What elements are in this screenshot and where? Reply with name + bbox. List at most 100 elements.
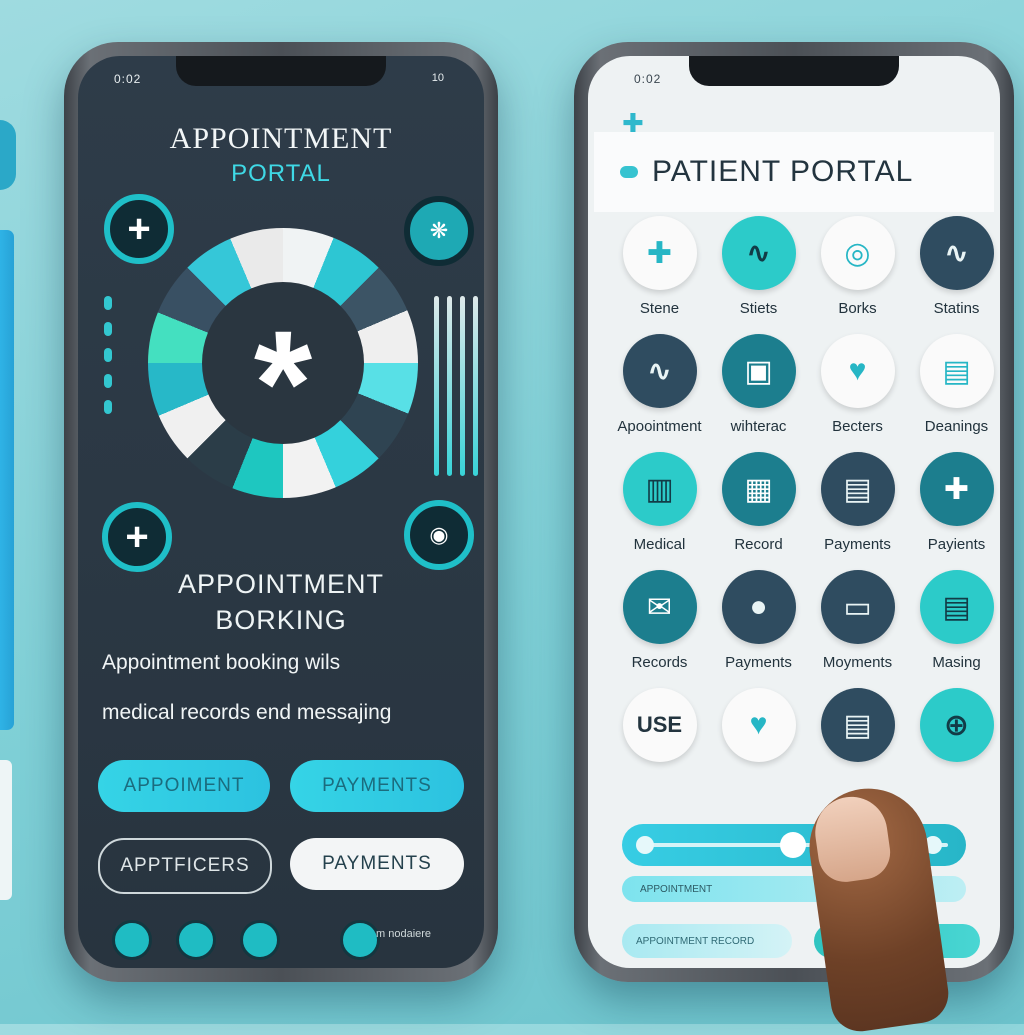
heartbeat-icon: ∿	[622, 334, 697, 408]
tile-label: Becters	[832, 418, 883, 435]
document-icon: ▤	[919, 570, 994, 644]
tile-payments[interactable]: ▤ Payments	[808, 452, 907, 556]
add-appointment-button[interactable]: +	[102, 502, 172, 572]
tile-stene[interactable]: ✚ Stene	[610, 216, 709, 320]
tile-payments[interactable]: ● Payments	[709, 570, 808, 674]
nav-profile-icon[interactable]	[340, 920, 380, 960]
indicator-dot	[104, 374, 112, 388]
booking-description-line1: Appointment booking wils	[102, 651, 341, 674]
appointment-record-button[interactable]: APPOINTMENT RECORD	[622, 924, 792, 958]
tile-label: Apoointment	[617, 418, 702, 435]
tile-label: Payments	[725, 654, 792, 671]
nav-records-icon[interactable]	[240, 920, 280, 960]
tile-becters[interactable]: ♥ Becters	[808, 334, 907, 438]
page-title: APPOINTMENT	[169, 122, 393, 155]
indicator-dot	[104, 296, 112, 310]
tile-label: Stene	[639, 300, 680, 317]
payments-secondary-button[interactable]: PAYMENTS	[290, 838, 464, 890]
tile-label: Medical	[633, 536, 686, 553]
indicator-dot	[104, 322, 112, 336]
side-indicators	[104, 296, 112, 414]
folder-icon: ▦	[721, 452, 796, 526]
plus-icon: +	[127, 206, 151, 251]
tile-label: Records	[631, 654, 688, 671]
page-title: PATIENT PORTAL	[652, 155, 914, 188]
brain-icon: ❋	[429, 218, 449, 243]
tile-wihterac[interactable]: ▣ wihterac	[709, 334, 808, 438]
status-indicator: 10	[431, 72, 444, 84]
bar	[434, 296, 439, 476]
phone-notch	[176, 56, 386, 86]
tile-label: Borks	[838, 300, 877, 317]
add-button[interactable]: +	[104, 194, 174, 264]
phone-left: 0:02 10 APPOINTMENT PORTAL + ❋ * + ◉ APP…	[64, 42, 498, 982]
heart-icon: ♥	[721, 688, 796, 762]
plus-icon: +	[125, 514, 149, 559]
tile-label: Deanings	[924, 418, 989, 435]
location-icon: ◉	[429, 522, 449, 547]
tile-label: Payments	[824, 536, 891, 553]
portal-header: PATIENT PORTAL	[594, 132, 994, 212]
bar	[447, 296, 452, 476]
nav-calendar-icon[interactable]	[176, 920, 216, 960]
medical-bag-icon: ▥	[622, 452, 697, 526]
tile-label: Record	[734, 536, 783, 553]
camera-icon: ▣	[721, 334, 796, 408]
tile-masing[interactable]: ▤ Masing	[907, 570, 1000, 674]
bottom-nav	[112, 920, 380, 960]
heartbeat-icon: ∿	[919, 216, 994, 290]
tile-apoointment[interactable]: ∿ Apoointment	[610, 334, 709, 438]
page-subtitle: PORTAL	[231, 160, 331, 187]
bar	[460, 296, 465, 476]
indicator-dot	[104, 348, 112, 362]
tile-borks[interactable]: ◎ Borks	[808, 216, 907, 320]
target-icon: ◎	[820, 216, 895, 290]
card-icon: ▭	[820, 570, 895, 644]
plus-icon: ✚	[622, 216, 697, 290]
briefcase-icon: ✚	[919, 452, 994, 526]
tile-item-19[interactable]: ⊕	[907, 688, 1000, 792]
tile-label: Statins	[933, 300, 980, 317]
tile-medical[interactable]: ▥ Medical	[610, 452, 709, 556]
tile-statins[interactable]: ∿ Statins	[907, 216, 1000, 320]
vertical-bars	[434, 296, 478, 476]
asterisk-icon: *	[253, 299, 313, 467]
tile-moyments[interactable]: ▭ Moyments	[808, 570, 907, 674]
patient-portal-screen: 0:02 ✚ PATIENT PORTAL ✚ Stene ∿ Stiets ◎ Bork…	[588, 56, 1000, 968]
tile-item-16[interactable]: USE	[610, 688, 709, 792]
brain-button[interactable]: ❋	[404, 196, 474, 266]
bar	[473, 296, 478, 476]
tile-payients[interactable]: ✚ Payients	[907, 452, 1000, 556]
heartbeat-icon: ∿	[721, 216, 796, 290]
appointments-outline-button[interactable]: APPTFICERS	[98, 838, 272, 894]
phone-right: 0:02 ✚ PATIENT PORTAL ✚ Stene ∿ Stiets ◎ Bork…	[574, 42, 1014, 982]
booking-title-line2: BORKING	[215, 605, 347, 635]
tile-item-17[interactable]: ♥	[709, 688, 808, 792]
slider-start-dot	[636, 836, 654, 854]
person-icon: ●	[721, 570, 796, 644]
slider-handle[interactable]	[780, 832, 807, 858]
tile-record[interactable]: ▦ Record	[709, 452, 808, 556]
tile-label: wihterac	[730, 418, 787, 435]
appointment-portal-screen: 0:02 10 APPOINTMENT PORTAL + ❋ * + ◉ APP…	[78, 56, 484, 968]
envelope-icon: ✉	[622, 570, 697, 644]
location-button[interactable]: ◉	[404, 500, 474, 570]
tile-label: Masing	[932, 654, 981, 671]
document-icon: ▤	[820, 452, 895, 526]
footer-text: m nodaiere	[376, 928, 432, 940]
decorative-pen	[0, 230, 14, 730]
nav-home-icon[interactable]	[112, 920, 152, 960]
phone-notch	[689, 56, 899, 86]
logo-icon	[620, 166, 638, 178]
booking-description-line2: medical records end messajing	[102, 701, 392, 724]
status-time: 0:02	[634, 72, 662, 86]
payments-button[interactable]: PAYMENTS	[290, 760, 464, 812]
tile-records[interactable]: ✉ Records	[610, 570, 709, 674]
clipboard-icon: ▤	[919, 334, 994, 408]
tile-deanings[interactable]: ▤ Deanings	[907, 334, 1000, 438]
decorative-object	[0, 760, 12, 900]
tile-item-18[interactable]: ▤	[808, 688, 907, 792]
appointment-button[interactable]: APPOIMENT	[98, 760, 270, 812]
tile-stiets[interactable]: ∿ Stiets	[709, 216, 808, 320]
tile-label: Stiets	[739, 300, 778, 317]
